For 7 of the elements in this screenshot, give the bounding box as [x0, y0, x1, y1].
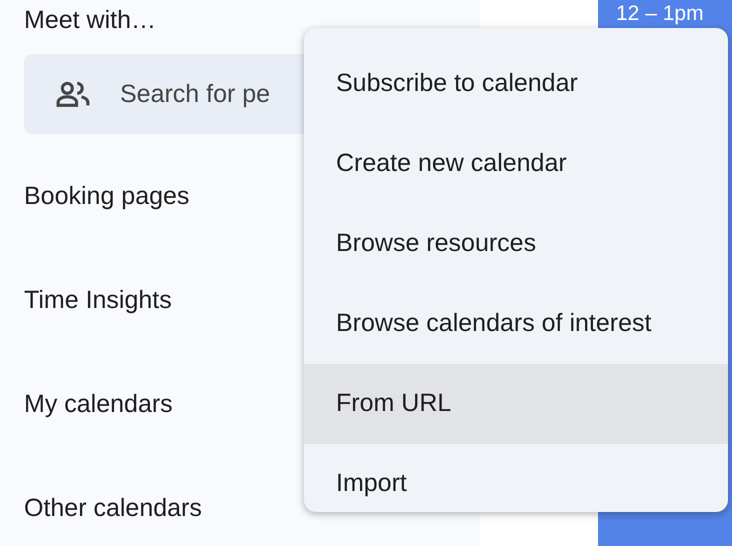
section-title: Meet with… — [24, 5, 157, 36]
menu-item[interactable]: From URL — [304, 364, 728, 444]
menu-item[interactable]: Browse resources — [304, 204, 728, 284]
menu-item[interactable]: Import — [304, 444, 728, 512]
people-icon — [56, 79, 90, 109]
menu-item[interactable]: Browse calendars of interest — [304, 284, 728, 364]
event-time[interactable]: 12 – 1pm — [616, 2, 704, 25]
